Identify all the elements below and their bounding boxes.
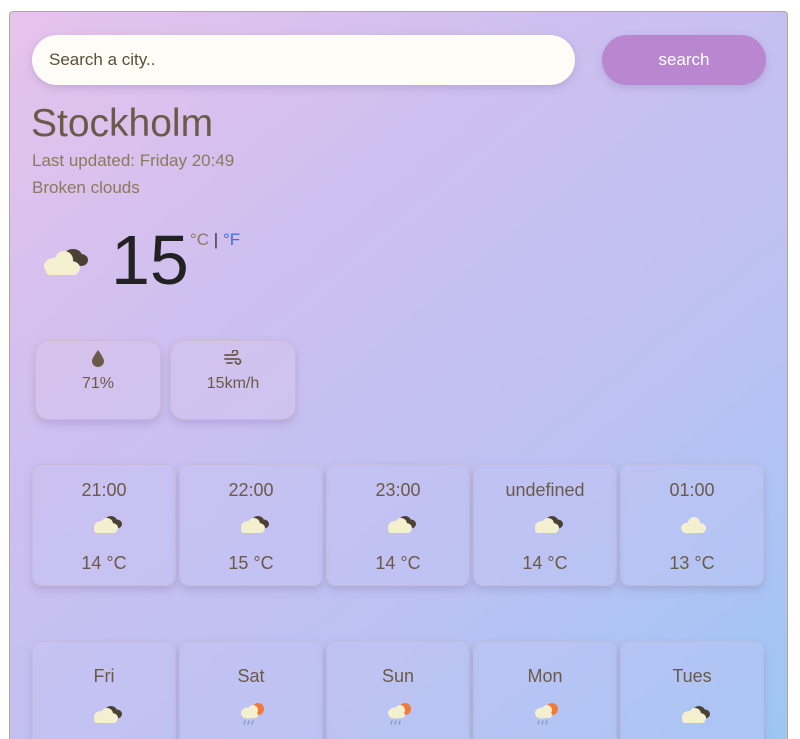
broken-clouds-icon (388, 516, 416, 533)
hourly-temperature: 14 °C (522, 553, 568, 573)
hourly-time: undefined (505, 480, 585, 500)
search-button[interactable]: search (602, 35, 766, 85)
daily-forecast-card: Sat (179, 641, 323, 739)
hourly-forecast-card: 21:00 14 °C (32, 464, 176, 586)
broken-clouds-icon (682, 706, 710, 723)
hourly-forecast-card: 22:00 15 °C (179, 464, 323, 586)
celsius-unit[interactable]: °C (190, 230, 209, 249)
unit-toggle: °C | °F (190, 230, 240, 250)
hourly-time: 23:00 (375, 480, 421, 500)
few-clouds-icon (681, 517, 706, 534)
search-input[interactable] (32, 35, 575, 85)
wind-card: 15km/h (170, 340, 296, 420)
unit-separator: | (209, 230, 223, 249)
daily-day-name: Fri (93, 666, 115, 686)
city-name: Stockholm (31, 102, 214, 145)
daily-forecast-card: Tues (620, 641, 764, 739)
daily-forecast-card: Mon (473, 641, 617, 739)
weather-description: Broken clouds (32, 178, 140, 197)
broken-clouds-icon (94, 706, 122, 723)
daily-forecast-card: Fri (32, 641, 176, 739)
daily-day-name: Tues (672, 666, 712, 686)
search-bar: search (32, 35, 766, 85)
last-updated: Last updated: Friday 20:49 (32, 151, 235, 170)
hourly-forecast-card: undefined 14 °C (473, 464, 617, 586)
wind-icon (171, 349, 295, 370)
drop-icon (36, 350, 160, 370)
daily-day-name: Sat (237, 666, 265, 686)
rain-icon (241, 703, 264, 725)
hourly-forecast-card: 23:00 14 °C (326, 464, 470, 586)
daily-forecast-card: Sun (326, 641, 470, 739)
current-temperature: 15 (111, 221, 189, 299)
broken-clouds-icon (94, 516, 122, 533)
humidity-value: 71% (81, 375, 115, 392)
rain-icon (388, 703, 411, 725)
wind-value: 15km/h (206, 375, 260, 392)
daily-day-name: Mon (527, 666, 563, 686)
weather-app: search Stockholm Last updated: Friday 20… (9, 11, 788, 739)
hourly-time: 21:00 (81, 480, 127, 500)
humidity-card: 71% (35, 340, 161, 420)
hourly-temperature: 14 °C (375, 553, 421, 573)
hourly-time: 22:00 (228, 480, 274, 500)
fahrenheit-link[interactable]: °F (223, 230, 240, 249)
broken-clouds-icon (38, 240, 90, 285)
hourly-temperature: 14 °C (81, 553, 127, 573)
daily-day-name: Sun (381, 666, 415, 686)
rain-icon (535, 703, 558, 725)
hourly-temperature: 13 °C (669, 553, 715, 573)
hourly-temperature: 15 °C (228, 553, 274, 573)
broken-clouds-icon (535, 516, 563, 533)
hourly-time: 01:00 (669, 480, 715, 500)
current-weather: 15 °C | °F (38, 220, 298, 300)
broken-clouds-icon (241, 516, 269, 533)
hourly-forecast-card: 01:00 13 °C (620, 464, 764, 586)
